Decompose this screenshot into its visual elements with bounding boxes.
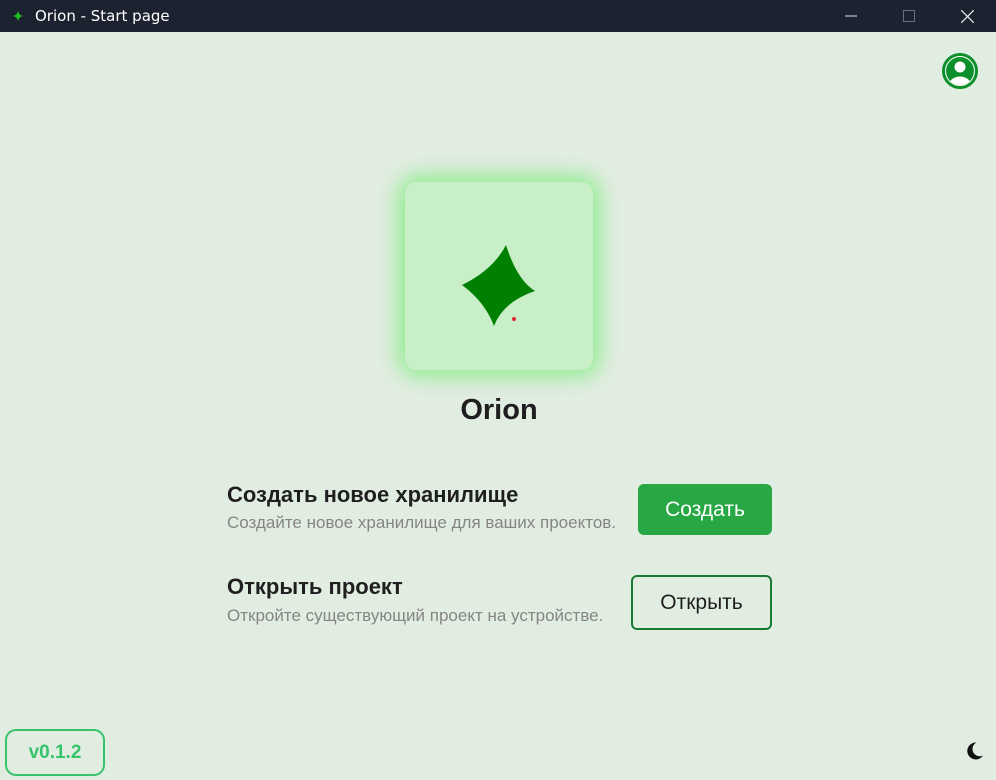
app-logo — [405, 182, 593, 370]
window-controls — [822, 0, 996, 32]
start-page: Orion Создать новое хранилище Создайте н… — [0, 32, 996, 780]
profile-button[interactable] — [941, 52, 979, 90]
open-project-title: Открыть проект — [227, 574, 403, 599]
maximize-icon — [903, 10, 915, 22]
create-button[interactable]: Создать — [638, 484, 772, 535]
minimize-button[interactable] — [822, 0, 880, 32]
close-button[interactable] — [938, 0, 996, 32]
moon-icon — [967, 742, 983, 760]
app-name: Orion — [460, 394, 538, 426]
create-storage-title: Создать новое хранилище — [227, 482, 519, 507]
create-storage-description: Создайте новое хранилище для ваших проек… — [227, 513, 617, 532]
user-avatar-icon — [942, 53, 978, 89]
close-icon — [960, 9, 974, 23]
theme-toggle-button[interactable] — [963, 740, 985, 762]
open-button[interactable]: Открыть — [631, 575, 772, 630]
four-point-star-icon — [462, 245, 535, 326]
open-project-description: Откройте существующий проект на устройст… — [227, 606, 604, 625]
minimize-icon — [845, 15, 857, 17]
open-project-section: Открыть проект Откройте существующий про… — [227, 570, 772, 634]
app-star-icon — [10, 8, 26, 24]
version-badge: v0.1.2 — [5, 729, 105, 776]
window-title: Orion - Start page — [35, 7, 170, 25]
maximize-button[interactable] — [880, 0, 938, 32]
title-bar: Orion - Start page — [0, 0, 996, 32]
create-storage-section: Создать новое хранилище Создайте новое х… — [227, 478, 772, 538]
